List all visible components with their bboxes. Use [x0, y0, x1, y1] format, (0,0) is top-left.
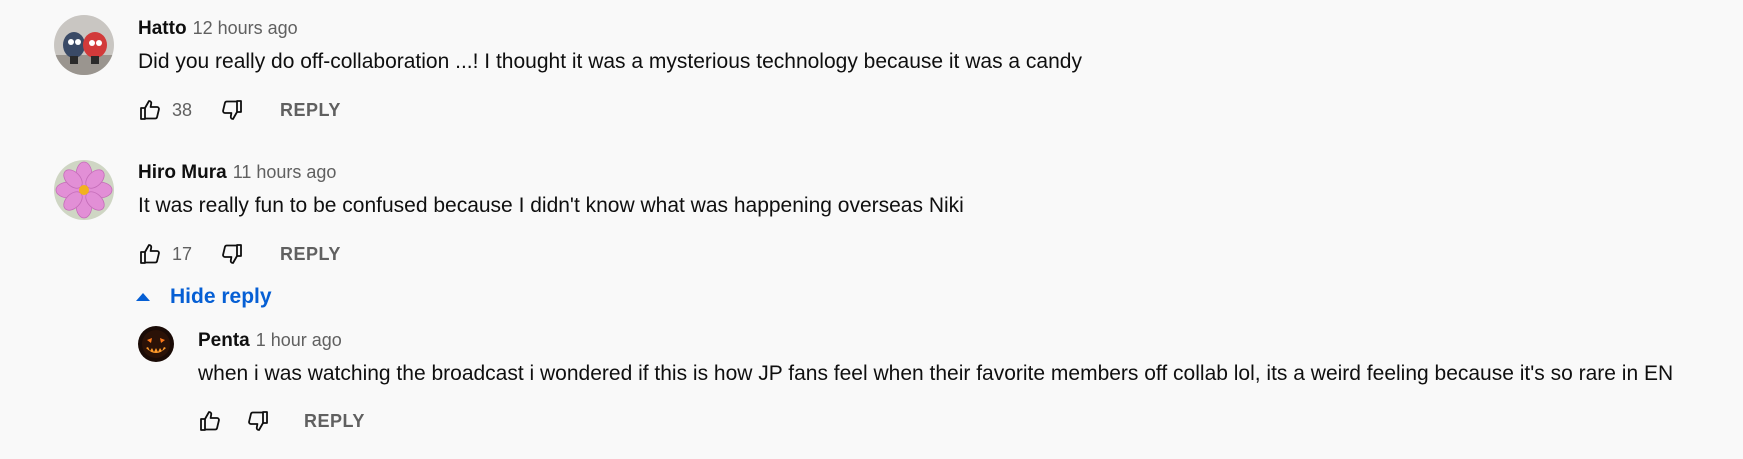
reply-button[interactable]: REPLY — [304, 411, 365, 432]
reply-text: when i was watching the broadcast i wond… — [198, 362, 1674, 385]
thumb-up-icon[interactable] — [196, 407, 224, 435]
comment-actions: 38 REPLY — [136, 95, 341, 125]
comment-thread-hatto: Hatto 12 hours ago Did you really do off-… — [0, 0, 1743, 130]
comment-header: Hatto 12 hours ago — [138, 16, 298, 42]
hide-reply-button[interactable]: Hide reply — [136, 282, 272, 312]
reply-button[interactable]: REPLY — [280, 100, 341, 121]
comment-header: Hiro Mura 11 hours ago — [138, 160, 336, 186]
reply-thread-penta: Penta 1 hour ago when i was watching the … — [0, 320, 1743, 459]
avatar[interactable] — [138, 326, 174, 362]
timestamp[interactable]: 1 hour ago — [256, 330, 342, 350]
timestamp[interactable]: 12 hours ago — [193, 18, 298, 38]
author-name[interactable]: Hiro Mura — [138, 162, 227, 183]
reply-header: Penta 1 hour ago — [198, 328, 342, 354]
reply-actions: REPLY — [196, 406, 365, 436]
thumb-up-icon[interactable] — [136, 240, 164, 268]
comment-thread-hiro-mura: Hiro Mura 11 hours ago It was really fun … — [0, 150, 1743, 459]
comment-text: It was really fun to be confused because… — [138, 194, 964, 217]
avatar[interactable] — [54, 160, 114, 220]
like-count: 38 — [172, 99, 193, 120]
reply-button[interactable]: REPLY — [280, 244, 341, 265]
thumb-up-icon[interactable] — [136, 96, 164, 124]
caret-up-icon — [136, 293, 150, 301]
thumb-down-icon[interactable] — [218, 96, 246, 124]
comment-actions: 17 REPLY — [136, 239, 341, 269]
thumb-down-icon[interactable] — [218, 240, 246, 268]
timestamp[interactable]: 11 hours ago — [233, 162, 337, 182]
comment-text: Did you really do off-collaboration ...!… — [138, 50, 1082, 73]
like-count: 17 — [172, 243, 193, 264]
hide-reply-label: Hide reply — [170, 285, 272, 308]
thumb-down-icon[interactable] — [244, 407, 272, 435]
author-name[interactable]: Hatto — [138, 18, 187, 39]
author-name[interactable]: Penta — [198, 330, 250, 351]
avatar[interactable] — [54, 15, 114, 75]
